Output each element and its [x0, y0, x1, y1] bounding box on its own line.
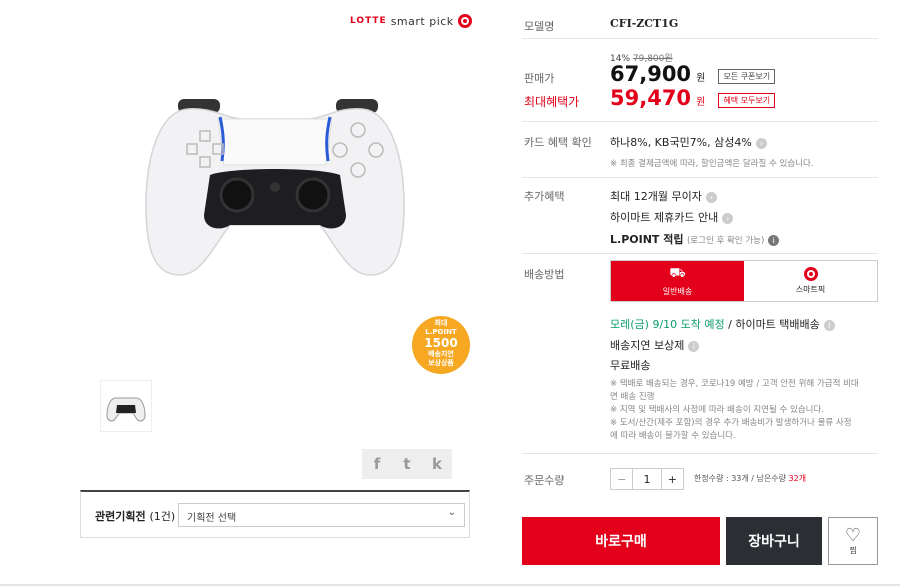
shipping-notes: ※ 택배로 배송되는 경우, 코로나19 예방 / 고객 안전 위해 가급적 비…: [610, 378, 878, 443]
sale-price-unit: 원: [696, 73, 706, 84]
target-icon: [803, 267, 818, 281]
truck-icon: ⛟: [669, 265, 686, 281]
qty-plus-button[interactable]: +: [662, 469, 683, 489]
coupon-button[interactable]: 모든 쿠폰보기: [718, 69, 776, 84]
card-partner-row: 하이마트 제휴카드 안내 ›: [610, 209, 734, 225]
product-thumbnail[interactable]: [100, 380, 152, 432]
max-price-row: 59,470 원 혜택 모두보기: [610, 86, 776, 110]
shipping-label: 배송방법: [524, 268, 565, 281]
card-note: ※ 최종 결제금액에 따라, 할인금액은 달라질 수 있습니다.: [610, 159, 814, 169]
plan-select-value: 기획전 선택: [187, 513, 237, 524]
product-image: [145, 99, 405, 276]
heart-icon: ♡: [844, 524, 862, 546]
target-icon: [457, 14, 472, 28]
shipping-note: ※ 도서/산간(제주 포함)의 경우 추가 배송비가 발생하거나 물류 사정: [610, 418, 852, 428]
divider: [522, 453, 878, 454]
badge-points: 1500: [424, 336, 458, 350]
eta-suffix: / 하이마트 택배배송: [728, 318, 820, 331]
delay-comp-text: 배송지연 보상제: [610, 339, 685, 352]
free-shipping-text: 무료배송: [610, 359, 651, 372]
info-icon[interactable]: ›: [705, 191, 717, 203]
wishlist-button[interactable]: ♡ 찜: [828, 517, 878, 565]
kakao-share-button[interactable]: k: [422, 449, 452, 479]
sale-price: 67,900: [610, 62, 692, 86]
info-icon[interactable]: i: [823, 319, 835, 331]
add-to-cart-button[interactable]: 장바구니: [726, 517, 822, 565]
sale-price-row: 67,900 원 모든 쿠폰보기: [610, 62, 776, 86]
order-qty-label: 주문수량: [524, 474, 565, 487]
max-price-unit: 원: [696, 97, 706, 108]
eta-row: 모레(금) 9/10 도착 예정 / 하이마트 택배배송 i: [610, 316, 835, 332]
shipping-note: ※ 지역 및 택배사의 사정에 따라 배송이 지연될 수 있습니다.: [610, 405, 825, 415]
twitter-share-button[interactable]: t: [392, 449, 422, 479]
model-value: CFI-ZCT1G: [610, 17, 679, 30]
plan-select[interactable]: 기획전 선택 ⌄: [178, 503, 465, 527]
divider: [522, 253, 878, 254]
installment-row: 최대 12개월 무이자 ›: [610, 188, 717, 204]
divider: [522, 177, 878, 178]
kakao-icon: k: [432, 455, 442, 473]
card-benefit-label: 카드 혜택 확인: [524, 136, 592, 149]
card-benefit-value: 하나8%, KB국민7%, 삼성4%: [610, 136, 752, 149]
stock-limit: 한정수량 : 33개 / 남은수량: [694, 474, 786, 483]
tab-smart-pick[interactable]: 스마트픽: [744, 261, 877, 301]
sale-price-label: 판매가: [524, 72, 555, 85]
model-label: 모델명: [524, 20, 555, 33]
plan-count: (1건): [149, 510, 176, 523]
badge-line4: 보상상품: [428, 359, 454, 367]
tab-normal-delivery[interactable]: ⛟ 일반배송: [611, 261, 744, 301]
installment-text: 최대 12개월 무이자: [610, 190, 702, 203]
lpoint-badge: 최대 L.POINT 1500 배송지연 보상상품: [412, 316, 470, 374]
stock-info: 한정수량 : 33개 / 남은수량 32개: [694, 473, 806, 484]
lpoint-note: (로그인 후 확인 가능): [686, 236, 765, 246]
eta-text: 모레(금) 9/10 도착 예정: [610, 318, 725, 331]
brand-name: LOTTE: [350, 16, 387, 26]
max-benefit-price: 59,470: [610, 86, 692, 110]
related-plan-label: 관련기획전 (1건): [95, 510, 176, 523]
badge-line1: 최대: [434, 319, 448, 327]
delay-row: 배송지연 보상제 i: [610, 337, 700, 353]
info-icon[interactable]: ›: [722, 212, 734, 224]
shipping-tabs: ⛟ 일반배송 스마트픽: [610, 260, 878, 302]
divider: [522, 38, 878, 39]
quantity-stepper: − 1 +: [610, 468, 684, 490]
smart-pick-logo: LOTTE smart pick: [350, 14, 472, 28]
wishlist-label: 찜: [849, 545, 857, 555]
lpoint-row: L.POINT 적립 (로그인 후 확인 가능) i: [610, 231, 780, 247]
badge-line3: 배송지연: [428, 350, 454, 358]
shipping-note: 면 배송 진행: [610, 392, 655, 402]
controller-thumb-icon: [106, 397, 146, 422]
chevron-down-icon: ⌄: [447, 507, 456, 518]
info-icon[interactable]: i: [768, 234, 780, 246]
benefit-all-button[interactable]: 혜택 모두보기: [718, 93, 776, 108]
facebook-icon: f: [373, 455, 381, 473]
twitter-icon: t: [403, 455, 411, 473]
shipping-note: 에 따라 배송이 불가할 수 있습니다.: [610, 431, 736, 441]
brand-suffix: smart pick: [390, 14, 454, 28]
extra-benefit-label: 추가혜택: [524, 190, 565, 203]
tab-label: 일반배송: [662, 286, 693, 296]
shipping-note: ※ 택배로 배송되는 경우, 코로나19 예방 / 고객 안전 위해 가급적 비…: [610, 379, 859, 389]
lpoint-text: L.POINT 적립: [610, 233, 684, 246]
facebook-share-button[interactable]: f: [362, 449, 392, 479]
qty-minus-button[interactable]: −: [611, 469, 632, 489]
partner-card-text: 하이마트 제휴카드 안내: [610, 211, 719, 224]
card-benefit-row: 하나8%, KB국민7%, 삼성4% ›: [610, 134, 767, 150]
stock-remaining: 32개: [788, 474, 807, 483]
info-icon[interactable]: i: [688, 340, 700, 352]
tab-label: 스마트픽: [795, 285, 826, 294]
divider: [522, 121, 878, 122]
qty-input[interactable]: 1: [632, 469, 662, 489]
buy-now-button[interactable]: 바로구매: [522, 517, 720, 565]
max-benefit-label: 최대혜택가: [524, 95, 580, 109]
info-icon[interactable]: ›: [755, 137, 767, 149]
